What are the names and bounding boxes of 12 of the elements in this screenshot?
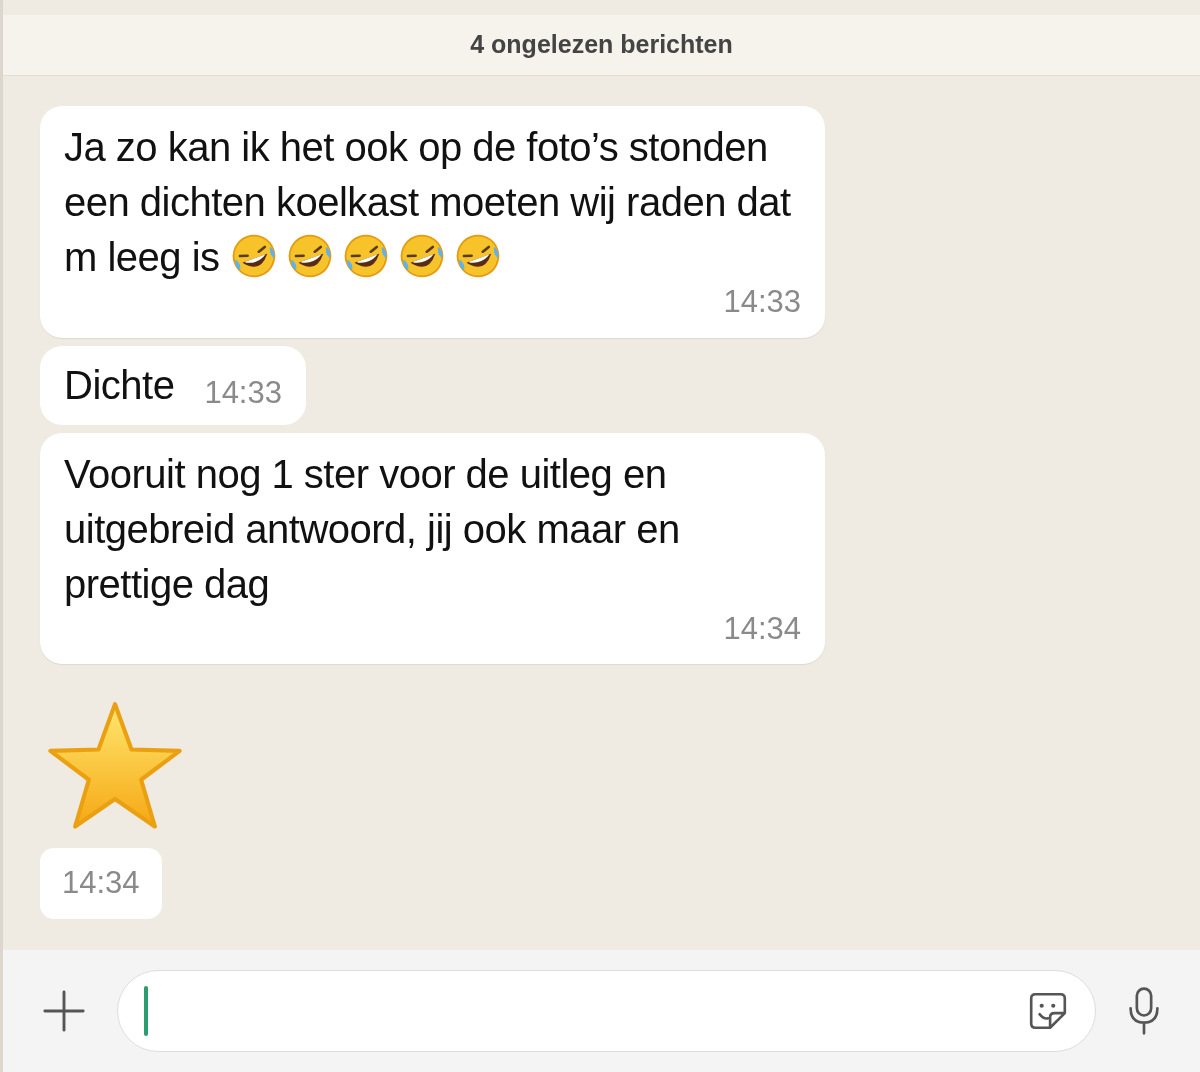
- message-time: 14:33: [723, 283, 801, 321]
- message-time: 14:33: [204, 374, 282, 412]
- message-text: Ja zo kan ik het ook op de foto’s stonden een dichten koelkast moeten wij raden dat m leeg is: [64, 124, 792, 283]
- message-text: Vooruit nog 1 ster voor de uitleg en uitgebreid antwoord, jij ook maar en prettige dag: [64, 450, 681, 608]
- star-emoji-icon: [45, 700, 185, 832]
- time-bubble: 14:34: [40, 848, 162, 919]
- message-time: 14:34: [723, 609, 801, 648]
- plus-icon[interactable]: [41, 988, 87, 1034]
- unread-banner: 4 ongelezen berichten: [3, 15, 1200, 76]
- message-text: Dichte: [64, 361, 175, 409]
- microphone-icon[interactable]: [1126, 986, 1162, 1036]
- sticker-icon[interactable]: [1027, 990, 1069, 1032]
